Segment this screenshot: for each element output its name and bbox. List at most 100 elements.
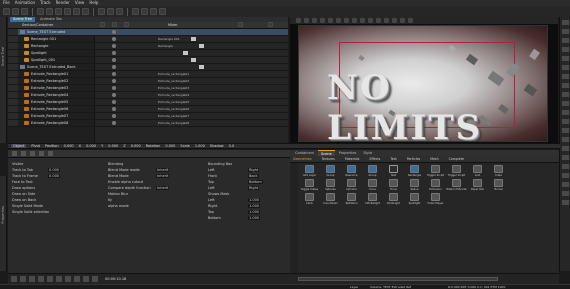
- library-item[interactable]: Group: [321, 165, 340, 179]
- tool-help-icon[interactable]: [561, 200, 569, 205]
- fullscreen-icon[interactable]: [408, 18, 413, 23]
- tool-audio-icon[interactable]: [561, 173, 569, 178]
- scene-tree-row[interactable]: Scene_TEXT Extruded_Back: [8, 64, 288, 71]
- timecode[interactable]: 00:00:10.18: [105, 277, 126, 281]
- visibility-icon[interactable]: [112, 51, 116, 55]
- bone-icon[interactable]: [352, 18, 357, 23]
- gear-icon[interactable]: [238, 22, 243, 27]
- property-value[interactable]: Right: [248, 168, 260, 172]
- library-item[interactable]: Trigger Script: [447, 165, 466, 179]
- library-item[interactable]: Ribbon Extrude: [447, 179, 467, 193]
- category-text[interactable]: Text: [390, 157, 396, 161]
- loop-icon[interactable]: [74, 276, 80, 282]
- visibility-icon[interactable]: [112, 37, 116, 41]
- library-side-list[interactable]: [290, 163, 298, 273]
- scene-tree-row[interactable]: Rectangle 001 Rectangle 001: [8, 36, 288, 43]
- tool-hand-icon[interactable]: [561, 128, 569, 133]
- row-handle[interactable]: [8, 36, 18, 42]
- property-value[interactable]: Inherit: [156, 174, 170, 178]
- scene-tree-row[interactable]: Extrude_Rectangle04 Extrude_rectangle04: [8, 92, 288, 99]
- tool-text-icon[interactable]: [561, 74, 569, 79]
- row-handle[interactable]: [8, 50, 18, 56]
- property-value[interactable]: Inherit: [156, 168, 170, 172]
- visibility-icon[interactable]: [112, 100, 116, 104]
- category-particles[interactable]: Particles: [407, 157, 420, 161]
- field-value[interactable]: 1.000: [195, 144, 205, 148]
- row-handle[interactable]: [8, 120, 18, 126]
- new-icon[interactable]: [3, 8, 10, 15]
- category-mesh[interactable]: Mesh: [430, 157, 438, 161]
- tool-settings-icon[interactable]: [561, 191, 569, 196]
- camera-icon[interactable]: [296, 18, 301, 23]
- tab-scene[interactable]: Scene: [317, 150, 335, 156]
- visibility-icon[interactable]: [112, 58, 116, 62]
- library-item[interactable]: Infinitelight: [363, 193, 382, 207]
- redo-icon[interactable]: [46, 8, 53, 15]
- tool-shape-icon[interactable]: [561, 83, 569, 88]
- keyframe-icon[interactable]: [191, 58, 196, 62]
- tool-zoom-icon[interactable]: [561, 119, 569, 124]
- library-item[interactable]: Extrusion: [426, 179, 445, 193]
- row-handle[interactable]: [8, 43, 18, 49]
- filter-icon[interactable]: [268, 22, 273, 27]
- fit-icon[interactable]: [400, 18, 405, 23]
- film-icon[interactable]: [124, 22, 129, 27]
- tool-scale-icon[interactable]: [561, 47, 569, 52]
- scene-tree-row[interactable]: Scene_TEXT Extruded: [8, 29, 288, 36]
- move-icon[interactable]: [304, 18, 309, 23]
- library-item[interactable]: Spotlight: [405, 193, 424, 207]
- library-item[interactable]: Group: [363, 165, 382, 179]
- category-complete[interactable]: Complete: [449, 157, 464, 161]
- scene-tree-row[interactable]: Spotlight_001: [8, 57, 288, 64]
- eye-icon[interactable]: [112, 22, 117, 27]
- library-item[interactable]: Tunnel: [489, 179, 508, 193]
- tool-move-icon[interactable]: [561, 29, 569, 34]
- visibility-icon[interactable]: [112, 65, 116, 69]
- grid-toggle-icon[interactable]: [360, 18, 365, 23]
- open-icon[interactable]: [12, 8, 19, 15]
- snap-icon[interactable]: [336, 18, 341, 23]
- field-value[interactable]: 0.000: [131, 144, 141, 148]
- animation-icon[interactable]: [48, 151, 53, 156]
- visibility-icon[interactable]: [112, 86, 116, 90]
- step-back-icon[interactable]: [20, 276, 26, 282]
- library-item[interactable]: Countdown: [321, 193, 340, 207]
- tool-rotate-icon[interactable]: [561, 38, 569, 43]
- undo-icon[interactable]: [37, 8, 44, 15]
- library-item[interactable]: Video Player: [426, 193, 445, 207]
- grid-icon[interactable]: [141, 8, 148, 15]
- pan-icon[interactable]: [116, 8, 123, 15]
- row-handle[interactable]: [8, 57, 18, 63]
- cut-icon[interactable]: [55, 8, 62, 15]
- tab-containers[interactable]: Containers: [292, 150, 317, 156]
- scene-tree-row[interactable]: Spotlight: [8, 50, 288, 57]
- layout-icon[interactable]: [132, 8, 139, 15]
- visibility-icon[interactable]: [112, 107, 116, 111]
- row-handle[interactable]: [8, 71, 18, 77]
- property-value[interactable]: Bottom: [248, 180, 263, 184]
- library-item[interactable]: Torus: [384, 179, 403, 193]
- row-handle[interactable]: [8, 29, 18, 35]
- render-view[interactable]: NO LIMITS: [298, 25, 548, 142]
- tool-picker-icon[interactable]: [561, 110, 569, 115]
- delete-icon[interactable]: [82, 8, 89, 15]
- scene-tree-row[interactable]: Extrude_Rectangle03 Extrude_rectangle03: [8, 85, 288, 92]
- library-item[interactable]: Rectangle: [405, 165, 424, 179]
- visibility-icon[interactable]: [112, 30, 116, 34]
- row-handle[interactable]: [8, 85, 18, 91]
- library-item[interactable]: Toggle Cubes: [300, 179, 319, 193]
- visibility-icon[interactable]: [112, 72, 116, 76]
- visibility-icon[interactable]: [112, 93, 116, 97]
- scene-tree-row[interactable]: Extrude_Rectangle01 Extrude_rectangle01: [8, 71, 288, 78]
- tab-style[interactable]: Style: [360, 150, 375, 156]
- tool-script-icon[interactable]: [561, 182, 569, 187]
- property-value[interactable]: 1.000: [248, 216, 261, 220]
- library-item[interactable]: Resource: [342, 165, 361, 179]
- row-handle[interactable]: [8, 106, 18, 112]
- texture-icon[interactable]: [30, 151, 35, 156]
- goto-end-icon[interactable]: [56, 276, 62, 282]
- audio-icon[interactable]: [83, 276, 89, 282]
- material-icon[interactable]: [21, 151, 26, 156]
- monitor-icon[interactable]: [150, 8, 157, 15]
- property-value[interactable]: Back: [248, 174, 259, 178]
